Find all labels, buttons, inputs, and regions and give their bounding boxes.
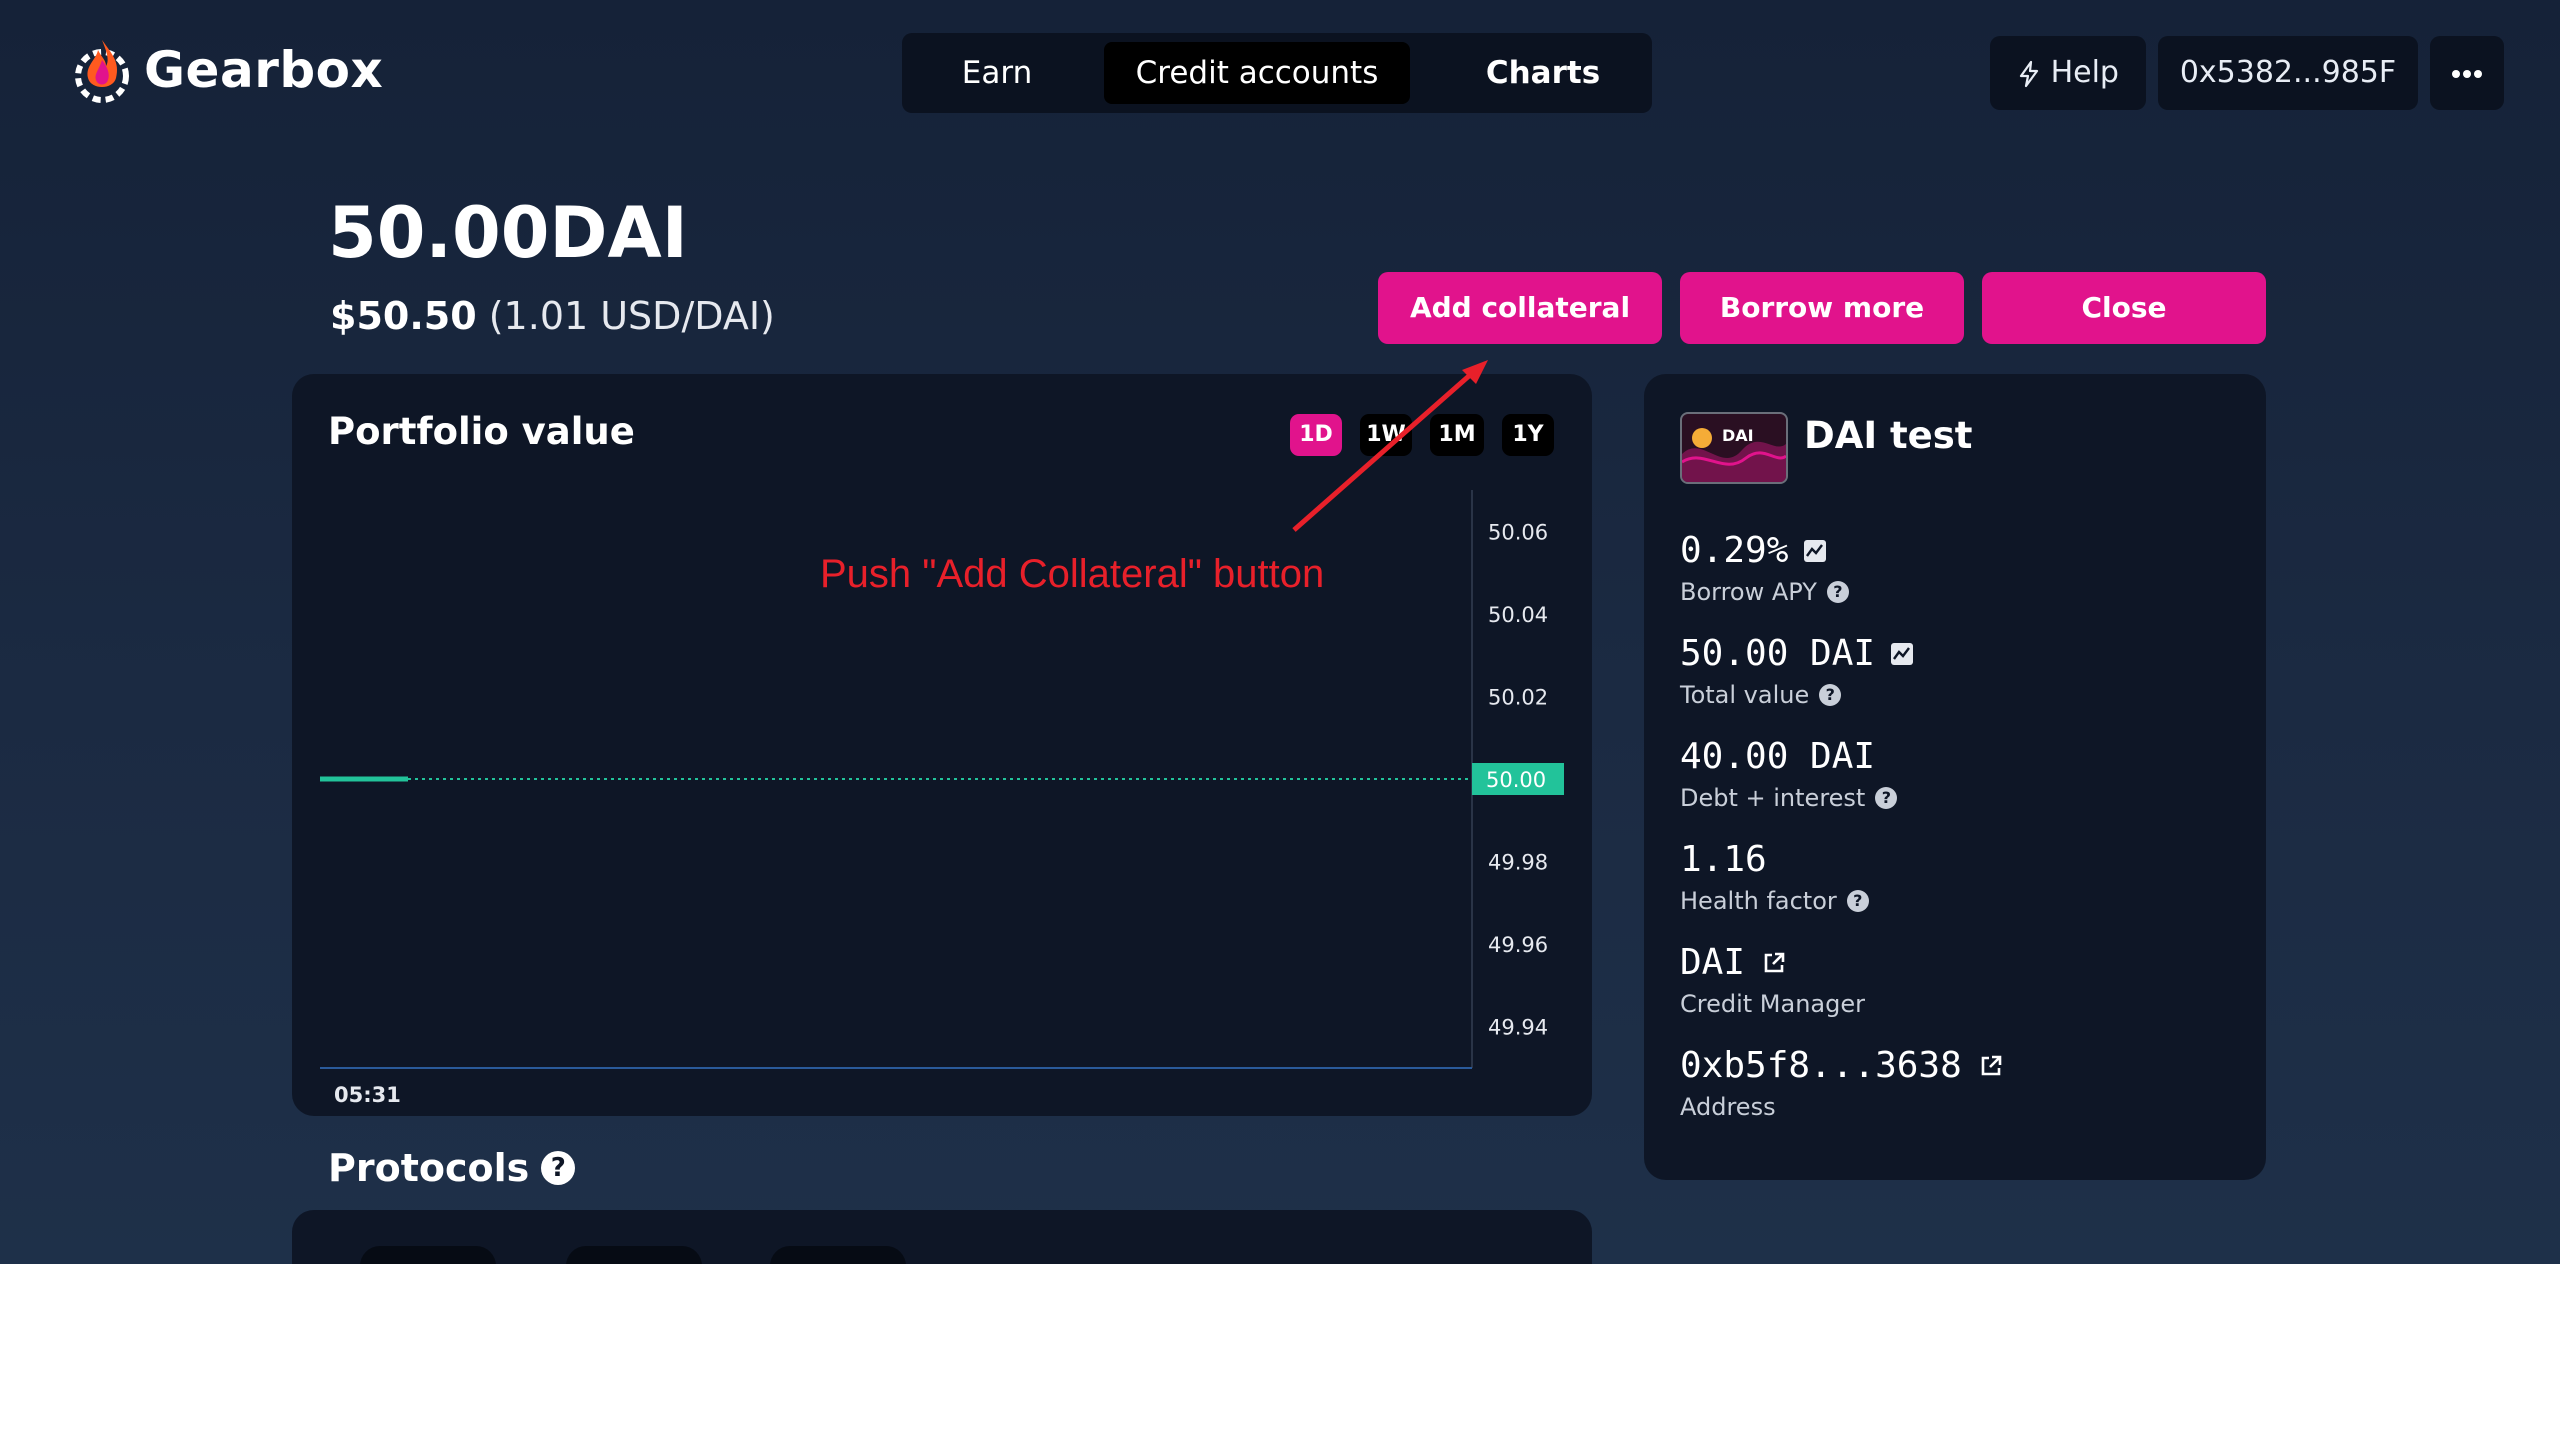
protocol-chip[interactable] <box>770 1246 906 1264</box>
protocols-title: Protocols ? <box>328 1146 576 1190</box>
y-tick-label: 49.94 <box>1488 1016 1548 1040</box>
help-circle-icon[interactable]: ? <box>541 1151 576 1185</box>
help-circle-icon[interactable]: ? <box>1826 581 1849 603</box>
credit-manager-value[interactable]: DAI <box>1680 942 1787 983</box>
instruction-annotation: Push "Add Collateral" button <box>820 552 1325 596</box>
health-factor-value: 1.16 <box>1680 839 1767 880</box>
y-tick-label: 49.98 <box>1488 851 1548 875</box>
usd-rate: (1.01 USD/DAI) <box>488 294 775 338</box>
account-info-title: DAI test <box>1804 414 1973 457</box>
gearbox-flame-icon <box>75 40 129 103</box>
x-tick-label: 05:31 <box>334 1083 401 1107</box>
app-window: Gearbox Earn Credit accounts Charts Help… <box>0 0 2560 1264</box>
range-1y-button[interactable]: 1Y <box>1502 414 1554 456</box>
external-link-icon[interactable] <box>1978 1053 2004 1079</box>
address-value[interactable]: 0xb5f8...3638 <box>1680 1045 2004 1086</box>
help-circle-icon[interactable]: ? <box>1819 684 1842 706</box>
total-value-label: Total value ? <box>1680 681 1842 709</box>
add-collateral-button[interactable]: Add collateral <box>1378 272 1662 344</box>
tab-credit-accounts[interactable]: Credit accounts <box>1104 42 1410 104</box>
help-circle-icon[interactable]: ? <box>1846 890 1869 912</box>
y-tick-label: 50.02 <box>1488 685 1548 709</box>
total-value-value: 50.00 DAI <box>1680 633 1914 674</box>
dai-wave-icon <box>1682 428 1786 482</box>
protocol-chip[interactable] <box>566 1246 702 1264</box>
brand-logo[interactable]: Gearbox <box>72 32 383 108</box>
borrow-apy-label: Borrow APY ? <box>1680 578 1849 606</box>
y-tick-label: 49.96 <box>1488 933 1548 957</box>
help-label: Help <box>2050 55 2119 90</box>
annotation-arrow <box>1292 360 1488 532</box>
y-tick-label: 50.04 <box>1488 603 1548 627</box>
borrow-more-button[interactable]: Borrow more <box>1680 272 1964 344</box>
more-button[interactable] <box>2430 36 2504 110</box>
more-icon <box>2452 69 2482 78</box>
borrow-apy-value: 0.29% <box>1680 530 1827 571</box>
credit-manager-label: Credit Manager <box>1680 990 1866 1018</box>
wallet-button[interactable]: 0x5382...985F <box>2158 36 2418 110</box>
account-usd-line: $50.50 (1.01 USD/DAI) <box>330 294 775 338</box>
usd-value: $50.50 <box>330 294 477 338</box>
address-label: Address <box>1680 1093 1776 1121</box>
main-nav: Earn Credit accounts Charts <box>902 33 1652 113</box>
dai-token-badge: DAI <box>1680 412 1788 484</box>
lightning-icon <box>2019 60 2039 87</box>
close-button[interactable]: Close <box>1982 272 2266 344</box>
tab-charts[interactable]: Charts <box>1462 42 1624 104</box>
help-button[interactable]: Help <box>1990 36 2146 110</box>
portfolio-title: Portfolio value <box>328 410 635 453</box>
protocol-chip[interactable] <box>360 1246 496 1264</box>
chart-icon[interactable] <box>1891 642 1914 665</box>
tab-earn[interactable]: Earn <box>932 42 1062 104</box>
debt-label: Debt + interest ? <box>1680 784 1898 812</box>
health-factor-label: Health factor ? <box>1680 887 1869 915</box>
chart-icon[interactable] <box>1804 539 1827 562</box>
debt-value: 40.00 DAI <box>1680 736 1876 777</box>
brand-name: Gearbox <box>144 41 384 99</box>
badge-label: DAI <box>1722 426 1754 445</box>
help-circle-icon[interactable]: ? <box>1875 787 1898 809</box>
current-value-label: 50.00 <box>1486 768 1546 792</box>
account-amount: 50.00DAI <box>328 192 688 274</box>
external-link-icon[interactable] <box>1761 950 1787 976</box>
